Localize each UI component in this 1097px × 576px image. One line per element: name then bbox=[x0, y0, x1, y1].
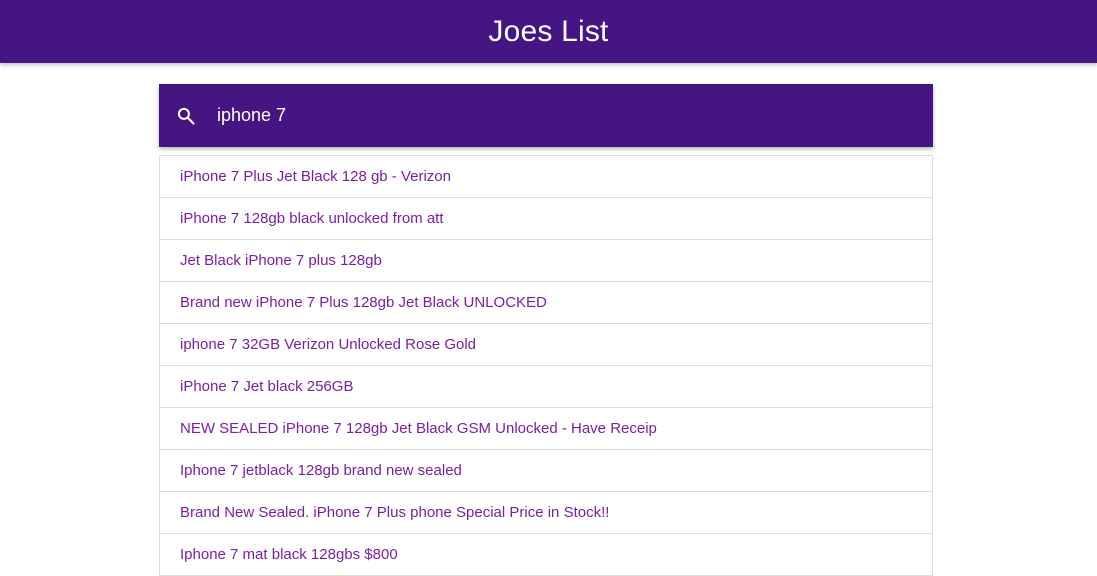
result-item[interactable]: iphone 7 32GB Verizon Unlocked Rose Gold bbox=[160, 324, 932, 366]
result-item[interactable]: NEW SEALED iPhone 7 128gb Jet Black GSM … bbox=[160, 408, 932, 450]
result-item[interactable]: iPhone 7 Plus Jet Black 128 gb - Verizon bbox=[160, 156, 932, 198]
result-link[interactable]: Jet Black iPhone 7 plus 128gb bbox=[180, 252, 382, 269]
result-link[interactable]: NEW SEALED iPhone 7 128gb Jet Black GSM … bbox=[180, 420, 657, 437]
result-link[interactable]: Brand New Sealed. iPhone 7 Plus phone Sp… bbox=[180, 504, 609, 521]
search-icon[interactable] bbox=[175, 105, 197, 127]
search-input[interactable] bbox=[217, 95, 933, 136]
results-list: iPhone 7 Plus Jet Black 128 gb - Verizon… bbox=[159, 155, 933, 576]
result-item[interactable]: Brand new iPhone 7 Plus 128gb Jet Black … bbox=[160, 282, 932, 324]
result-item[interactable]: iPhone 7 128gb black unlocked from att bbox=[160, 198, 932, 240]
result-link[interactable]: Iphone 7 mat black 128gbs $800 bbox=[180, 546, 398, 563]
result-link[interactable]: iPhone 7 Plus Jet Black 128 gb - Verizon bbox=[180, 168, 451, 185]
result-link[interactable]: iPhone 7 128gb black unlocked from att bbox=[180, 210, 444, 227]
result-item[interactable]: Iphone 7 jetblack 128gb brand new sealed bbox=[160, 450, 932, 492]
result-link[interactable]: Iphone 7 jetblack 128gb brand new sealed bbox=[180, 462, 462, 479]
search-bar bbox=[159, 84, 933, 147]
result-link[interactable]: iPhone 7 Jet black 256GB bbox=[180, 378, 353, 395]
result-link[interactable]: iphone 7 32GB Verizon Unlocked Rose Gold bbox=[180, 336, 476, 353]
app-header: Joes List bbox=[0, 0, 1097, 63]
result-item[interactable]: Iphone 7 mat black 128gbs $800 bbox=[160, 534, 932, 575]
result-link[interactable]: Brand new iPhone 7 Plus 128gb Jet Black … bbox=[180, 294, 547, 311]
app-title: Joes List bbox=[488, 14, 609, 48]
result-item[interactable]: Jet Black iPhone 7 plus 128gb bbox=[160, 240, 932, 282]
result-item[interactable]: Brand New Sealed. iPhone 7 Plus phone Sp… bbox=[160, 492, 932, 534]
result-item[interactable]: iPhone 7 Jet black 256GB bbox=[160, 366, 932, 408]
